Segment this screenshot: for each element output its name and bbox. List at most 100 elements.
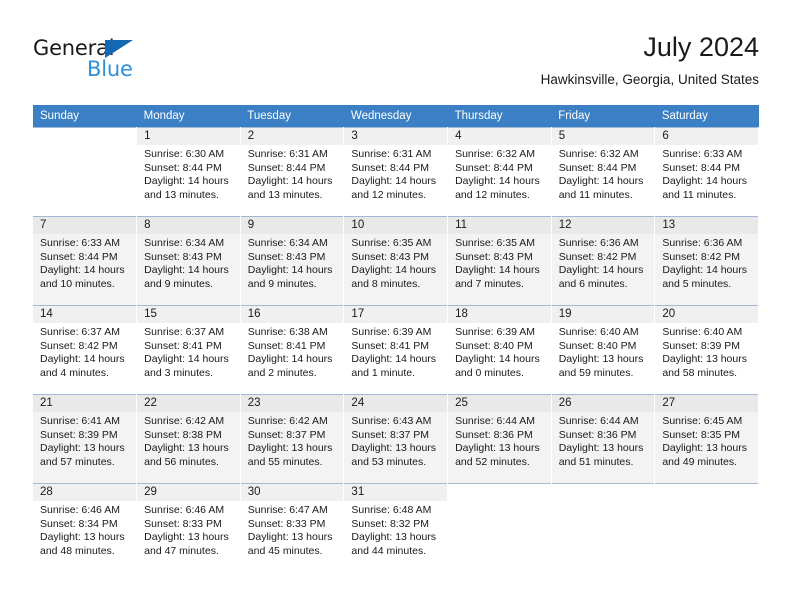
calendar-day-cell[interactable]: 5 Sunrise: 6:32 AM Sunset: 8:44 PM Daylight… [551, 127, 656, 216]
calendar-day-cell[interactable]: 4 Sunrise: 6:32 AM Sunset: 8:44 PM Daylight… [447, 127, 552, 216]
sunrise-text: Sunrise: 6:42 AM [144, 415, 225, 427]
calendar-day-cell[interactable]: 14 Sunrise: 6:37 AM Sunset: 8:42 PM Dayligh… [33, 305, 138, 394]
calendar-day-cell[interactable]: 7 Sunrise: 6:33 AM Sunset: 8:44 PM Daylight… [33, 216, 138, 305]
calendar-week-row: 14 Sunrise: 6:37 AM Sunset: 8:42 PM Dayligh… [33, 305, 759, 394]
daylight-text: Daylight: 14 hours and 7 minutes. [455, 264, 540, 290]
sunrise-text: Sunrise: 6:34 AM [144, 237, 225, 249]
calendar-table: Sunday Monday Tuesday Wednesday Thursday Frid… [33, 105, 759, 572]
day-number: 17 [344, 306, 448, 323]
calendar-week-row: 28 Sunrise: 6:46 AM Sunset: 8:34 PM Dayligh… [33, 483, 759, 572]
day-details: Sunrise: 6:39 AM Sunset: 8:40 PM Daylight:… [448, 323, 551, 380]
logo-secondary-text: Blue [87, 57, 133, 81]
sunrise-text: Sunrise: 6:41 AM [40, 415, 120, 427]
sunset-text: Sunset: 8:41 PM [144, 339, 222, 352]
day-number: 25 [448, 395, 551, 412]
day-details: Sunrise: 6:41 AM Sunset: 8:39 PM Daylight:… [33, 412, 136, 469]
calendar-day-cell[interactable]: 17 Sunrise: 6:39 AM Sunset: 8:41 PM Dayligh… [343, 305, 449, 394]
calendar-week-row: 21 Sunrise: 6:41 AM Sunset: 8:39 PM Dayligh… [33, 394, 759, 483]
calendar-day-cell[interactable]: 2 Sunrise: 6:31 AM Sunset: 8:44 PM Daylight… [240, 127, 345, 216]
calendar-cell-inner [448, 483, 551, 572]
calendar-day-cell[interactable]: 23 Sunrise: 6:42 AM Sunset: 8:37 PM Dayligh… [240, 394, 345, 483]
calendar-day-cell[interactable]: 18 Sunrise: 6:39 AM Sunset: 8:40 PM Dayligh… [447, 305, 552, 394]
day-details: Sunrise: 6:46 AM Sunset: 8:33 PM Daylight:… [137, 501, 240, 558]
calendar-week-row: 7 Sunrise: 6:33 AM Sunset: 8:44 PM Daylight… [33, 216, 759, 305]
calendar-day-cell[interactable]: 16 Sunrise: 6:38 AM Sunset: 8:41 PM Dayligh… [240, 305, 345, 394]
calendar-day-cell[interactable]: 8 Sunrise: 6:34 AM Sunset: 8:43 PM Daylight… [136, 216, 241, 305]
sunrise-text: Sunrise: 6:46 AM [40, 504, 120, 516]
day-details: Sunrise: 6:47 AM Sunset: 8:33 PM Daylight:… [241, 501, 344, 558]
generalblue-logo[interactable]: General Blue [33, 36, 233, 90]
sunrise-text: Sunrise: 6:47 AM [247, 504, 328, 516]
calendar-cell-inner: 22 Sunrise: 6:42 AM Sunset: 8:38 PM Dayligh… [137, 394, 240, 483]
sunset-text: Sunset: 8:43 PM [455, 250, 533, 263]
title-block: July 2024 Hawkinsville, Georgia, United … [541, 30, 759, 90]
sunrise-text: Sunrise: 6:37 AM [144, 326, 225, 338]
calendar-day-cell[interactable]: 19 Sunrise: 6:40 AM Sunset: 8:40 PM Dayligh… [551, 305, 656, 394]
daylight-text: Daylight: 13 hours and 53 minutes. [351, 442, 437, 468]
sunrise-text: Sunrise: 6:32 AM [558, 148, 639, 160]
daylight-text: Daylight: 13 hours and 57 minutes. [40, 442, 125, 468]
calendar-day-cell[interactable]: 28 Sunrise: 6:46 AM Sunset: 8:34 PM Dayligh… [33, 483, 138, 572]
calendar-day-cell[interactable]: 29 Sunrise: 6:46 AM Sunset: 8:33 PM Dayligh… [136, 483, 241, 572]
calendar-day-cell[interactable]: 3 Sunrise: 6:31 AM Sunset: 8:44 PM Daylight… [343, 127, 449, 216]
calendar-day-cell[interactable]: 24 Sunrise: 6:43 AM Sunset: 8:37 PM Dayligh… [343, 394, 449, 483]
sunrise-text: Sunrise: 6:32 AM [455, 148, 536, 160]
calendar-day-cell[interactable]: 6 Sunrise: 6:33 AM Sunset: 8:44 PM Daylight… [654, 127, 759, 216]
calendar-cell-inner: 15 Sunrise: 6:37 AM Sunset: 8:41 PM Dayligh… [137, 305, 240, 394]
calendar-day-cell[interactable]: 22 Sunrise: 6:42 AM Sunset: 8:38 PM Dayligh… [136, 394, 241, 483]
calendar-day-cell[interactable]: 27 Sunrise: 6:45 AM Sunset: 8:35 PM Dayligh… [654, 394, 759, 483]
daylight-text: Daylight: 14 hours and 1 minute. [351, 353, 437, 379]
calendar-cell-inner: 5 Sunrise: 6:32 AM Sunset: 8:44 PM Daylight… [551, 127, 655, 216]
day-details: Sunrise: 6:35 AM Sunset: 8:43 PM Daylight:… [344, 234, 447, 291]
day-details: Sunrise: 6:46 AM Sunset: 8:34 PM Daylight:… [33, 501, 136, 558]
calendar-day-cell[interactable]: 9 Sunrise: 6:34 AM Sunset: 8:43 PM Daylight… [240, 216, 345, 305]
day-number [448, 484, 551, 501]
sunrise-text: Sunrise: 6:48 AM [351, 504, 432, 516]
calendar-cell-inner: 27 Sunrise: 6:45 AM Sunset: 8:35 PM Dayligh… [655, 394, 758, 483]
calendar-cell-inner: 24 Sunrise: 6:43 AM Sunset: 8:37 PM Dayligh… [344, 394, 448, 483]
daylight-text: Daylight: 13 hours and 44 minutes. [351, 531, 437, 557]
sunset-text: Sunset: 8:44 PM [247, 161, 326, 174]
day-details: Sunrise: 6:38 AM Sunset: 8:41 PM Daylight:… [241, 323, 344, 380]
sunrise-text: Sunrise: 6:33 AM [40, 237, 120, 249]
calendar-page: General Blue July 2024 Hawkinsville, Geo… [0, 0, 792, 612]
calendar-day-cell[interactable]: 10 Sunrise: 6:35 AM Sunset: 8:43 PM Dayligh… [343, 216, 449, 305]
calendar-cell-inner [33, 127, 137, 216]
calendar-day-cell[interactable]: 31 Sunrise: 6:48 AM Sunset: 8:32 PM Dayligh… [343, 483, 449, 572]
calendar-day-cell[interactable]: 11 Sunrise: 6:35 AM Sunset: 8:43 PM Dayligh… [447, 216, 552, 305]
day-number: 31 [344, 484, 448, 501]
daylight-text: Daylight: 14 hours and 9 minutes. [144, 264, 229, 290]
calendar-cell-inner [551, 483, 655, 572]
calendar-day-cell[interactable]: 15 Sunrise: 6:37 AM Sunset: 8:41 PM Dayligh… [136, 305, 241, 394]
weekday-header-wednesday: Wednesday [343, 105, 448, 127]
daylight-text: Daylight: 13 hours and 45 minutes. [247, 531, 333, 557]
day-number: 16 [240, 306, 344, 323]
day-number: 15 [137, 306, 240, 323]
day-details: Sunrise: 6:34 AM Sunset: 8:43 PM Daylight:… [137, 234, 240, 291]
calendar-cell-inner: 31 Sunrise: 6:48 AM Sunset: 8:32 PM Dayligh… [344, 483, 448, 572]
calendar-day-cell[interactable]: 30 Sunrise: 6:47 AM Sunset: 8:33 PM Dayligh… [240, 483, 345, 572]
calendar-day-cell[interactable]: 20 Sunrise: 6:40 AM Sunset: 8:39 PM Dayligh… [654, 305, 759, 394]
calendar-day-cell[interactable]: 25 Sunrise: 6:44 AM Sunset: 8:36 PM Dayligh… [447, 394, 552, 483]
calendar-day-cell[interactable]: 12 Sunrise: 6:36 AM Sunset: 8:42 PM Dayligh… [551, 216, 656, 305]
calendar-cell-inner: 1 Sunrise: 6:30 AM Sunset: 8:44 PM Daylight… [137, 127, 240, 216]
calendar-day-cell[interactable]: 1 Sunrise: 6:30 AM Sunset: 8:44 PM Daylight… [136, 127, 241, 216]
sunrise-text: Sunrise: 6:31 AM [247, 148, 328, 160]
day-number: 30 [240, 484, 344, 501]
sunset-text: Sunset: 8:42 PM [558, 250, 637, 263]
daylight-text: Daylight: 14 hours and 5 minutes. [662, 264, 747, 290]
calendar-day-cell[interactable]: 21 Sunrise: 6:41 AM Sunset: 8:39 PM Dayligh… [33, 394, 138, 483]
calendar-day-cell[interactable]: 26 Sunrise: 6:44 AM Sunset: 8:36 PM Dayligh… [551, 394, 656, 483]
calendar-day-cell[interactable]: 13 Sunrise: 6:36 AM Sunset: 8:42 PM Dayligh… [654, 216, 759, 305]
sunset-text: Sunset: 8:32 PM [351, 517, 430, 530]
sunrise-text: Sunrise: 6:37 AM [40, 326, 120, 338]
day-number: 13 [655, 217, 758, 234]
sunset-text: Sunset: 8:44 PM [558, 161, 637, 174]
day-details: Sunrise: 6:37 AM Sunset: 8:41 PM Daylight:… [137, 323, 240, 380]
daylight-text: Daylight: 14 hours and 0 minutes. [455, 353, 540, 379]
day-details: Sunrise: 6:40 AM Sunset: 8:39 PM Daylight:… [655, 323, 758, 380]
daylight-text: Daylight: 13 hours and 49 minutes. [662, 442, 747, 468]
sunrise-text: Sunrise: 6:39 AM [455, 326, 536, 338]
day-number: 19 [551, 306, 655, 323]
day-details: Sunrise: 6:39 AM Sunset: 8:41 PM Daylight:… [344, 323, 447, 380]
